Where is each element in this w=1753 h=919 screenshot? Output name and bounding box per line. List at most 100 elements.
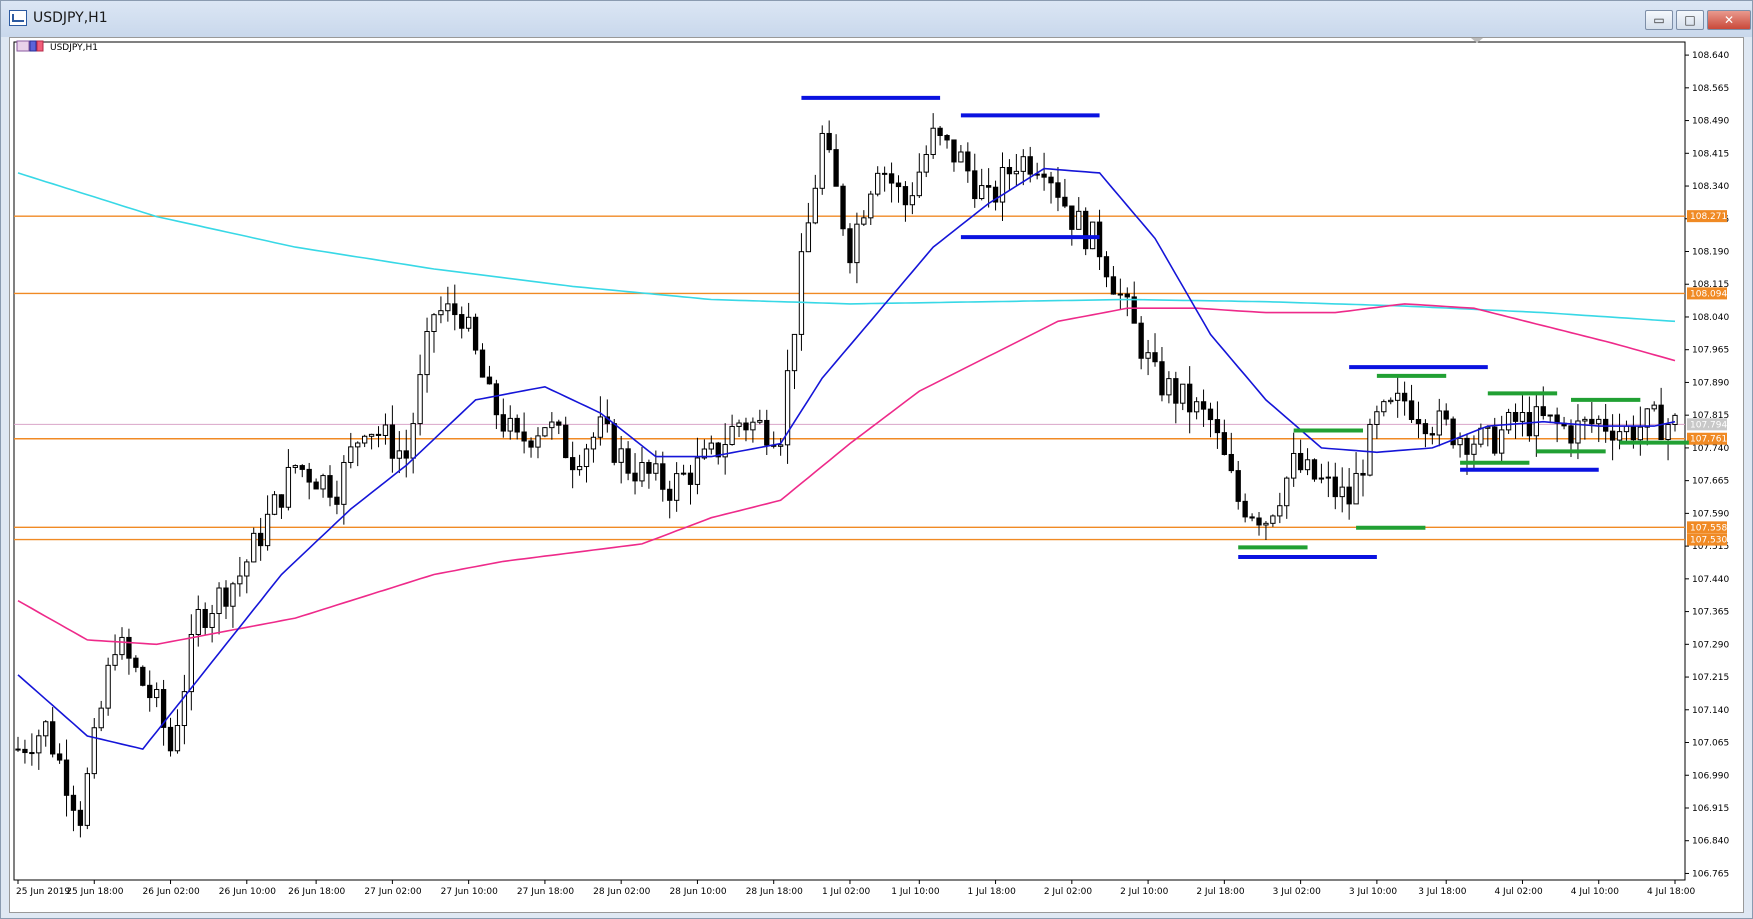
x-tick-label: 3 Jul 10:00 [1349, 887, 1398, 897]
candle-body [1429, 433, 1436, 436]
candle-body [1173, 378, 1179, 404]
candle-body [1318, 477, 1325, 480]
candle-body [1187, 383, 1193, 413]
candle-body [1055, 182, 1061, 198]
candle-body [1665, 424, 1671, 441]
candle-body [840, 185, 846, 230]
y-tick-label: 106.990 [1692, 771, 1729, 781]
candle-body [244, 561, 250, 577]
candle-body [639, 462, 645, 482]
candle-body [875, 172, 881, 195]
candle-body [1623, 425, 1630, 433]
candle-body [202, 608, 208, 628]
candle-body [133, 657, 139, 668]
close-button[interactable]: ✕ [1707, 10, 1751, 30]
x-tick-label: 25 Jun 2019 [16, 887, 70, 897]
candle-body [126, 636, 132, 659]
y-tick-label: 107.440 [1692, 575, 1729, 585]
x-tick-label: 26 Jun 18:00 [288, 887, 345, 897]
candle-body [389, 424, 396, 459]
candle-body [597, 416, 604, 438]
candle-body [812, 187, 818, 224]
candle-body [493, 383, 500, 416]
y-tick-label: 107.740 [1692, 444, 1729, 454]
candle-body [1547, 414, 1553, 417]
candle-body [916, 171, 922, 197]
candle-body [569, 457, 576, 471]
candle-body [278, 494, 285, 508]
candle-body [625, 448, 631, 474]
candle-body [1637, 426, 1643, 441]
candle-body [1069, 205, 1075, 230]
candle-body [251, 532, 257, 563]
candle-body [708, 442, 714, 450]
level-price-label: 108.271 [1690, 212, 1727, 222]
window-titlebar[interactable]: USDJPY,H1 ▭ □ ✕ [1, 1, 1752, 37]
candle-body [1533, 406, 1539, 437]
x-tick-label: 3 Jul 18:00 [1418, 887, 1467, 897]
candle-body [888, 173, 895, 184]
candle-body [299, 465, 305, 470]
candle-body [1568, 425, 1574, 444]
chart-window-icon [9, 10, 27, 26]
x-tick-label: 28 Jun 10:00 [669, 887, 726, 897]
candle-body [1589, 418, 1595, 425]
minimize-button[interactable]: ▭ [1645, 10, 1673, 30]
candle-body [757, 419, 763, 423]
candle-body [542, 427, 548, 437]
chart-area[interactable]: USDJPY,H1 108.640 108.565 108.490 108.415 108… [9, 37, 1744, 913]
candle-body [1166, 378, 1172, 396]
x-tick-label: 4 Jul 02:00 [1494, 887, 1543, 897]
candle-body [431, 314, 437, 333]
candle-body [777, 444, 784, 447]
x-tick-label: 4 Jul 10:00 [1571, 887, 1620, 897]
candle-body [1311, 459, 1318, 480]
candle-body [576, 466, 583, 471]
y-tick-label: 107.215 [1692, 673, 1729, 683]
candle-body [1658, 404, 1664, 441]
candle-body [445, 303, 451, 312]
candle-body [472, 316, 479, 351]
y-tick-label: 108.490 [1692, 117, 1729, 127]
candle-body [1256, 517, 1262, 526]
candle-body [452, 303, 458, 316]
candle-body [1083, 210, 1089, 250]
price-chart[interactable]: USDJPY,H1 108.640 108.565 108.490 108.415 108… [10, 38, 1743, 912]
candle-body [687, 472, 694, 485]
candle-body [791, 333, 798, 372]
candle-body [923, 154, 929, 173]
y-tick-label: 107.290 [1692, 640, 1729, 650]
candle-body [930, 127, 936, 156]
candle-body [1346, 486, 1352, 505]
y-tick-label: 107.140 [1692, 706, 1729, 716]
candle-body [1422, 423, 1429, 435]
candle-body [1526, 412, 1533, 437]
candle-body [549, 421, 555, 429]
candle-body [327, 475, 333, 498]
candle-body [854, 223, 860, 264]
candle-body [1062, 196, 1068, 207]
candle-body [459, 314, 465, 329]
candle-body [743, 422, 749, 431]
candle-body [119, 636, 125, 656]
candle-body [1609, 430, 1616, 441]
candle-body [1277, 505, 1283, 517]
maximize-button[interactable]: □ [1676, 10, 1704, 30]
candle-body [618, 448, 624, 463]
candle-body [1367, 423, 1373, 476]
candle-body [1381, 401, 1387, 413]
x-tick-label: 27 Jun 02:00 [364, 887, 421, 897]
candle-body [951, 139, 957, 163]
candle-body [22, 748, 28, 754]
candle-body [660, 463, 666, 490]
x-tick-label: 27 Jun 10:00 [441, 887, 498, 897]
candle-body [36, 735, 42, 754]
candle-body [500, 414, 506, 432]
candle-body [1499, 429, 1505, 454]
x-tick-label: 26 Jun 10:00 [219, 887, 276, 897]
candle-body [1152, 352, 1158, 363]
candle-body [465, 316, 472, 329]
candle-body [334, 496, 340, 505]
candle-body [56, 753, 63, 761]
candle-body [895, 182, 902, 188]
